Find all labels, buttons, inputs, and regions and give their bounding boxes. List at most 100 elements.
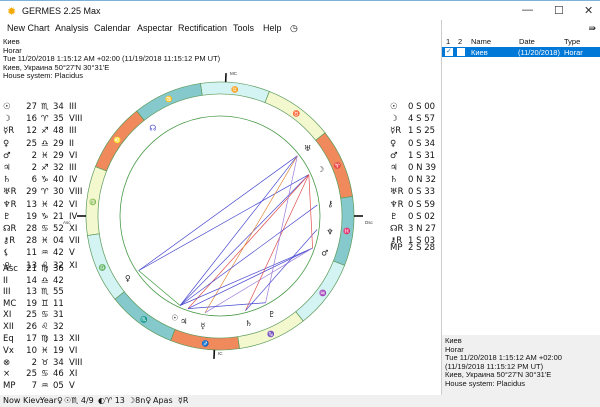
- points-g: Eq: [3, 334, 14, 344]
- planet-glyph: ♅: [304, 144, 311, 153]
- planets-g: ♆R: [3, 199, 17, 210]
- planet-glyph: ♇: [268, 310, 275, 319]
- planet-glyph: ♄: [390, 175, 398, 186]
- cusps-min: 31: [53, 310, 64, 320]
- planets-deg: 16: [26, 114, 37, 125]
- window-title: GERMES 2.25 Max: [22, 6, 101, 16]
- cusps-deg: 26: [26, 321, 37, 332]
- cusps-min: 11: [53, 298, 64, 309]
- menu-new-chart[interactable]: New Chart: [7, 23, 50, 33]
- col-type-header[interactable]: Type: [564, 37, 580, 46]
- planets-min: 40: [53, 175, 64, 186]
- menu-tools[interactable]: Tools: [233, 23, 254, 33]
- chart-wheel[interactable]: ♈♉♊♋♌♍♎♏♐♑♒♓Asc DscMCIC☉☽☿♀♂♃ ♄♅♆♇☊⚷: [0, 36, 441, 395]
- sign-glyph: ♏: [140, 315, 148, 323]
- points-house: V: [69, 381, 75, 392]
- info-house-system: House system: Placidus: [445, 378, 526, 388]
- planets-sign: ♋: [41, 224, 49, 234]
- chart-list-row[interactable]: ✓ Киев (11/20/2018) Horar: [442, 47, 600, 57]
- sign-glyph: ♎: [99, 263, 107, 271]
- menu-rectification[interactable]: Rectification: [178, 23, 227, 33]
- chart-info-box: Киев Horar Tue 11/20/2018 1:15:12 AM +02…: [442, 335, 600, 395]
- planets-min: 34: [53, 102, 64, 112]
- planets-deg: 2: [31, 150, 37, 161]
- points-sign: ♋: [41, 369, 49, 380]
- planets-house: VII: [69, 236, 80, 247]
- planets-min: 48: [53, 126, 64, 137]
- sun-icon: ✹: [7, 6, 17, 18]
- planet-glyph: ☽: [317, 165, 324, 174]
- cusps-deg: 14: [26, 275, 37, 286]
- cusps-sign: ♏: [41, 287, 49, 297]
- planets-sign: ♑: [41, 211, 49, 222]
- planets-sign: ♈: [41, 114, 49, 125]
- points-deg: 25: [26, 369, 37, 380]
- sign-glyph: ♉: [293, 110, 301, 118]
- aspect-line: [138, 155, 298, 271]
- col-name-header[interactable]: Name: [471, 37, 491, 46]
- planet-glyph: ☉: [171, 313, 178, 322]
- planets-deg: 28: [26, 236, 37, 247]
- status-sun: ☉♏ 4/9: [64, 396, 94, 405]
- planet-latitude: 0 S 34: [408, 138, 436, 149]
- info-datetime: Tue 11/20/2018 1:15:12 AM +02:00 (11/19/…: [445, 353, 562, 371]
- menu-help[interactable]: Help: [263, 23, 282, 33]
- col-1-header[interactable]: 1: [446, 37, 450, 46]
- points-deg: 17: [26, 334, 37, 344]
- planets-min: 32: [53, 163, 64, 173]
- planet-glyph: ♆: [326, 227, 333, 236]
- planets-sign: ♓: [41, 199, 49, 210]
- planets-sign: ♑: [41, 175, 49, 186]
- planets-sign: ♒: [41, 248, 49, 259]
- clock-icon[interactable]: ◷: [290, 23, 298, 34]
- planets-sign: ♎: [41, 138, 49, 149]
- sign-glyph: ♐: [202, 340, 210, 348]
- planet-glyph: ☿: [201, 322, 206, 331]
- cusps-g: XII: [3, 321, 14, 332]
- cusps-sign: ♌: [41, 321, 49, 332]
- menu-analysis[interactable]: Analysis: [55, 23, 89, 33]
- planet-latitude: 4 S 57: [408, 114, 436, 125]
- planets-deg: 2: [31, 163, 37, 173]
- menu-aspectar[interactable]: Aspectar: [137, 23, 173, 33]
- cusps-min: 32: [53, 321, 64, 332]
- planet-glyph: ⚷: [327, 199, 333, 208]
- col-2-header[interactable]: 2: [458, 37, 462, 46]
- checkbox-2[interactable]: [457, 48, 465, 56]
- inner-circle: [119, 115, 321, 317]
- planets-min: 52: [53, 224, 64, 234]
- planet-glyph: ♆R: [390, 199, 404, 210]
- sign-glyph: ♊: [231, 85, 239, 93]
- planet-latitude: 1 S 25: [408, 126, 436, 137]
- cusps-min: 42: [53, 275, 64, 286]
- planets-min: 29: [53, 150, 64, 161]
- maximize-button[interactable]: ☐: [554, 4, 564, 17]
- planets-min: 35: [53, 114, 64, 125]
- points-deg: 2: [31, 357, 37, 368]
- planet-latitude: 0 S 00: [408, 102, 436, 112]
- arrow-right-icon[interactable]: ⇛: [588, 23, 596, 34]
- planets-g: ☿R: [3, 126, 15, 137]
- chart-header-line: House system: Placidus: [3, 71, 84, 80]
- aspect-line: [187, 302, 266, 309]
- points-house: VI: [69, 345, 78, 356]
- planets-house: XI: [69, 260, 78, 271]
- planets-sign: ♐: [41, 126, 49, 137]
- cusps-sign: ♊: [41, 298, 49, 309]
- mc-label: MC: [230, 71, 238, 76]
- ic-label: IC: [218, 351, 223, 356]
- col-date-header[interactable]: Date: [519, 37, 535, 46]
- points-min: 19: [53, 345, 64, 356]
- row-date: (11/20/2018): [518, 48, 560, 57]
- menu-calendar[interactable]: Calendar: [94, 23, 131, 33]
- sign-glyph: ♍: [89, 198, 97, 206]
- minimize-button[interactable]: —: [522, 4, 533, 16]
- checkbox-1[interactable]: ✓: [445, 48, 453, 56]
- sign-glyph: ♒: [319, 289, 327, 297]
- planets-deg: 27: [26, 102, 37, 112]
- points-deg: 10: [26, 345, 37, 356]
- close-button[interactable]: ✕: [584, 4, 593, 17]
- planets-min: 21: [53, 211, 64, 222]
- aspect-line: [245, 229, 318, 311]
- planets-deg: 12: [26, 126, 37, 137]
